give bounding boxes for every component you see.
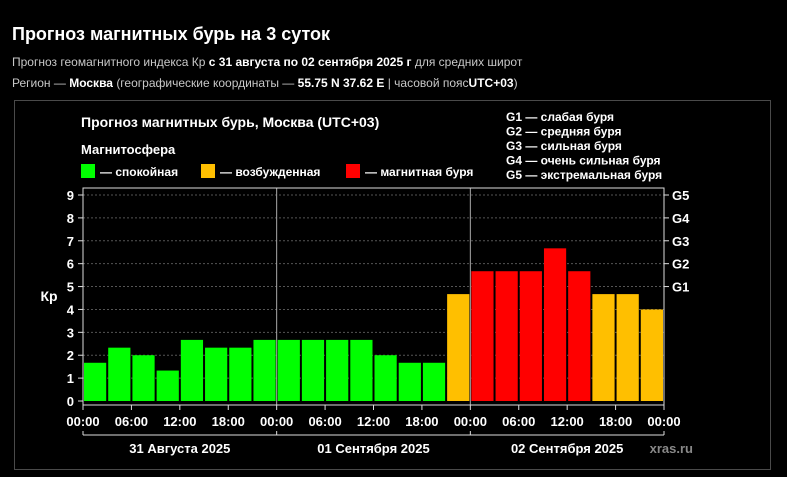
chart-title: Прогноз магнитных бурь, Москва (UTC+03) — [81, 114, 379, 130]
g-tick-label: G2 — [672, 257, 689, 272]
x-tick-label: 00:00 — [647, 414, 680, 429]
kp-bar — [108, 347, 131, 401]
storm-scale-item: G1 — слабая буря — [506, 110, 614, 124]
y-tick-label: 4 — [67, 302, 75, 317]
legend-label: — возбужденная — [220, 165, 320, 179]
y-tick-label: 3 — [67, 325, 74, 340]
day-label: 02 Сентября 2025 — [511, 441, 623, 456]
x-tick-label: 00:00 — [260, 414, 293, 429]
kp-forecast-chart: Прогноз магнитных бурь, Москва (UTC+03) М… — [40, 110, 693, 456]
kp-bar — [592, 294, 615, 401]
storm-scale-item: G2 — средняя буря — [506, 125, 622, 139]
x-tick-label: 18:00 — [212, 414, 245, 429]
y-tick-label: 6 — [67, 257, 74, 272]
y-tick-label: 9 — [67, 188, 74, 203]
y-tick-label: 1 — [67, 371, 74, 386]
x-tick-label: 12:00 — [163, 414, 196, 429]
kp-bar — [519, 271, 542, 401]
y-tick-label: 5 — [67, 280, 74, 295]
day-label: 01 Сентября 2025 — [317, 441, 429, 456]
region-prefix: Регион — — [12, 76, 66, 90]
x-tick-label: 00:00 — [66, 414, 99, 429]
kp-bar — [229, 347, 252, 401]
forecast-period: с 31 августа по 02 сентября 2025 г — [208, 55, 412, 69]
page-title: Прогноз магнитных бурь на 3 суток — [12, 24, 331, 44]
timezone-label: | часовой пояс — [387, 76, 469, 90]
x-tick-label: 00:00 — [454, 414, 487, 429]
kp-bar — [132, 355, 155, 401]
x-tick-label: 12:00 — [357, 414, 390, 429]
region-name: Москва — [69, 76, 113, 90]
kp-bar — [326, 339, 349, 401]
x-tick-label: 06:00 — [115, 414, 148, 429]
legend-title: Магнитосфера — [81, 142, 176, 157]
coords-label: (географические координаты — — [116, 76, 295, 90]
day-label: 31 Августа 2025 — [129, 441, 230, 456]
kp-bar — [277, 339, 300, 401]
y-axis-label: Кр — [40, 288, 57, 304]
y-tick-label: 8 — [67, 211, 74, 226]
kp-bar — [350, 339, 373, 401]
kp-bar — [301, 339, 325, 401]
x-tick-label: 12:00 — [551, 414, 584, 429]
x-tick-label: 18:00 — [599, 414, 632, 429]
description-suffix: для средних широт — [414, 55, 523, 69]
storm-scale-item: G3 — сильная буря — [506, 139, 622, 153]
kp-bar — [422, 362, 446, 401]
g-tick-label: G4 — [672, 211, 690, 226]
kp-bar — [84, 362, 107, 401]
kp-bar — [543, 248, 567, 401]
legend-label: — магнитная буря — [365, 165, 473, 179]
kp-bar — [156, 370, 179, 401]
g-tick-label: G3 — [672, 234, 689, 249]
g-tick-label: G5 — [672, 188, 689, 203]
region-info: Регион — Москва (географические координа… — [12, 76, 518, 90]
kp-bar — [398, 362, 421, 401]
forecast-description: Прогноз геомагнитного индекса Кр с 31 ав… — [12, 55, 522, 69]
region-close: ) — [513, 76, 518, 90]
legend-swatch — [201, 164, 215, 178]
storm-scale-item: G4 — очень сильная буря — [506, 154, 661, 168]
kp-bar — [253, 339, 276, 401]
kp-bar — [374, 355, 397, 401]
y-tick-label: 7 — [67, 234, 74, 249]
kp-bar — [447, 294, 470, 401]
y-tick-label: 2 — [67, 348, 74, 363]
x-tick-label: 06:00 — [502, 414, 535, 429]
g-tick-label: G1 — [672, 280, 689, 295]
kp-bar — [616, 294, 639, 401]
kp-bar — [495, 271, 518, 401]
coords-value: 55.75 N 37.62 E — [297, 76, 385, 90]
kp-bar — [640, 309, 663, 401]
kp-bar — [180, 339, 204, 401]
legend-swatch — [346, 164, 360, 178]
storm-scale-item: G5 — экстремальная буря — [506, 168, 662, 182]
kp-bar — [471, 271, 494, 401]
chart-panel: Прогноз магнитных бурь, Москва (UTC+03) М… — [14, 100, 771, 470]
legend-swatch — [81, 164, 95, 178]
kp-bar — [568, 271, 591, 401]
y-tick-label: 0 — [67, 394, 74, 409]
x-tick-label: 18:00 — [405, 414, 438, 429]
watermark: xras.ru — [650, 441, 693, 456]
description-prefix: Прогноз геомагнитного индекса Кр — [12, 55, 206, 69]
kp-bar — [205, 347, 228, 401]
x-tick-label: 06:00 — [308, 414, 341, 429]
timezone-value: UTC+03 — [468, 76, 514, 90]
legend-label: — спокойная — [100, 165, 178, 179]
